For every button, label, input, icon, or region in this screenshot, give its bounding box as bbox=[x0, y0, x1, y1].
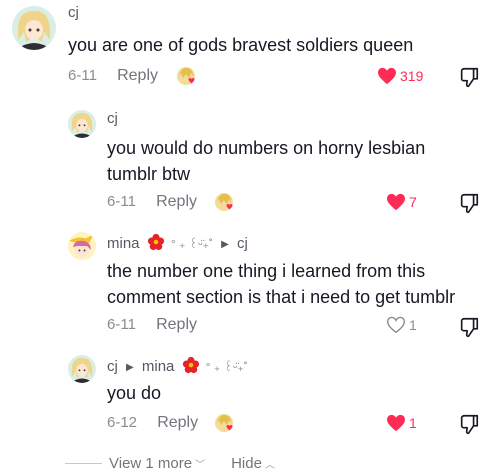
like-button[interactable]: 7 bbox=[386, 193, 417, 211]
like-count: 1 bbox=[409, 415, 417, 431]
reply-button[interactable]: Reply bbox=[117, 67, 158, 85]
like-count: 7 bbox=[409, 194, 417, 210]
comment-text: the number one thing i learned from this… bbox=[107, 261, 456, 307]
avatar[interactable] bbox=[68, 355, 96, 383]
reply-to-username[interactable]: cj bbox=[237, 235, 248, 252]
heart-filled-icon bbox=[387, 193, 405, 211]
triangle-right-icon: ▶ bbox=[126, 362, 134, 373]
comment-text: you do bbox=[107, 383, 162, 403]
like-count: 319 bbox=[400, 68, 424, 84]
comment-meta: 6-11 Reply bbox=[107, 193, 197, 211]
divider bbox=[65, 463, 102, 464]
dislike-icon[interactable] bbox=[458, 316, 480, 343]
flower-icon bbox=[182, 356, 199, 374]
avatar[interactable] bbox=[12, 6, 56, 50]
chevron-up-icon: ︿ bbox=[264, 460, 275, 471]
replies-footer: View 1 more ﹀ Hide ︿ bbox=[65, 455, 275, 472]
hide-button[interactable]: Hide ︿ bbox=[231, 455, 275, 472]
comment-date: 6-11 bbox=[68, 67, 97, 84]
chevron-down-icon: ﹀ bbox=[195, 460, 206, 471]
avatar[interactable] bbox=[68, 232, 96, 260]
username-decoration: ° ₊ ꒰ᵕ̈₊˚ bbox=[170, 237, 213, 251]
dislike-icon[interactable] bbox=[458, 413, 480, 440]
creator-liked-badge-icon bbox=[214, 413, 236, 435]
username-mina[interactable]: mina bbox=[107, 235, 140, 252]
like-count: 1 bbox=[409, 317, 417, 333]
hide-label: Hide bbox=[231, 455, 262, 472]
avatar[interactable] bbox=[68, 110, 96, 138]
like-button[interactable]: 1 bbox=[386, 316, 417, 334]
username: mina ° ₊ ꒰ᵕ̈₊˚ ▶ cj bbox=[107, 233, 248, 252]
comment-text: you are one of gods bravest soldiers que… bbox=[68, 35, 414, 55]
creator-liked-badge-icon bbox=[176, 66, 198, 88]
comment-date: 6-11 bbox=[107, 316, 136, 333]
heart-filled-icon bbox=[378, 67, 396, 85]
heart-outline-icon bbox=[386, 316, 406, 334]
view-more-label: View 1 more bbox=[109, 455, 193, 472]
comment-text: you would do numbers on horny lesbian tu… bbox=[107, 138, 426, 184]
like-button[interactable]: 319 bbox=[377, 67, 423, 85]
comment-meta: 6-11 Reply bbox=[107, 316, 197, 334]
username[interactable]: cj bbox=[107, 110, 118, 127]
username-cj[interactable]: cj bbox=[107, 358, 118, 375]
reply-to-username[interactable]: mina bbox=[142, 358, 175, 375]
reply-button[interactable]: Reply bbox=[156, 193, 197, 211]
triangle-right-icon: ▶ bbox=[221, 239, 229, 250]
like-button[interactable]: 1 bbox=[386, 414, 417, 432]
comment-date: 6-11 bbox=[107, 193, 136, 210]
view-more-button[interactable]: View 1 more ﹀ bbox=[109, 455, 205, 472]
dislike-icon[interactable] bbox=[458, 66, 480, 93]
reply-button[interactable]: Reply bbox=[156, 316, 197, 334]
username-decoration: ° ₊ ꒰ᵕ̈₊˚ bbox=[205, 360, 248, 374]
flower-icon bbox=[147, 233, 164, 251]
username[interactable]: cj bbox=[68, 4, 79, 21]
comment-meta: 6-12 Reply bbox=[107, 414, 198, 432]
dislike-icon[interactable] bbox=[458, 192, 480, 219]
heart-filled-icon bbox=[387, 414, 405, 432]
comment-date: 6-12 bbox=[107, 414, 138, 431]
username: cj ▶ mina ° ₊ ꒰ᵕ̈₊˚ bbox=[107, 356, 248, 375]
creator-liked-badge-icon bbox=[214, 192, 236, 214]
comment-meta: 6-11 Reply bbox=[68, 67, 158, 85]
reply-button[interactable]: Reply bbox=[157, 414, 198, 432]
